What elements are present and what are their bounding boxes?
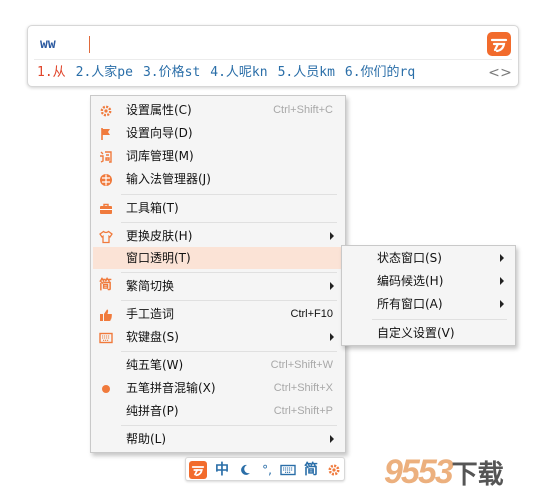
candidate-item[interactable]: 3.价格st [143, 62, 200, 84]
menu-item-label: 更换皮肤(H) [126, 229, 193, 243]
menu-item-shortcut: Ctrl+F10 [290, 308, 334, 320]
ime-candidate-window: ww 1.从 2.人家pe 3.价格st 4.人呢kn 5.人员km 6.你们的rq <> [27, 25, 519, 87]
menu-item-label: 窗口透明(T) [126, 251, 191, 265]
simplified-toggle[interactable]: 简 [302, 461, 320, 479]
menu-item-manual-word[interactable]: 手工造词 Ctrl+F10 [93, 303, 343, 325]
submenu-item-label: 编码候选(H) [377, 274, 444, 288]
menu-item-label: 词库管理(M) [126, 149, 194, 163]
menu-item-label: 手工造词 [126, 307, 175, 321]
menu-item-label: 繁简切换 [126, 279, 175, 293]
ime-status-bar: 中 °, 简 [185, 457, 345, 481]
ime-logo-icon[interactable] [189, 461, 207, 479]
menu-separator [121, 194, 337, 195]
menu-item-shortcut: Ctrl+Shift+P [273, 405, 333, 417]
submenu-arrow-icon [330, 435, 334, 443]
menu-item-skin[interactable]: 更换皮肤(H) [93, 225, 343, 247]
hand-icon [99, 307, 113, 321]
menu-item-settings[interactable]: 设置属性(C) Ctrl+Shift+C [93, 99, 343, 121]
menu-item-label: 设置向导(D) [126, 126, 193, 140]
settings-gear-icon[interactable] [325, 461, 343, 479]
menu-separator [121, 425, 337, 426]
menu-item-wizard[interactable]: 设置向导(D) [93, 122, 343, 144]
punctuation-toggle[interactable]: °, [258, 461, 276, 479]
globe-icon [99, 172, 113, 186]
menu-item-shortcut: Ctrl+Shift+C [273, 104, 333, 116]
menu-separator [121, 300, 337, 301]
menu-item-trad-simp[interactable]: 简 繁简切换 [93, 275, 343, 297]
candidate-item[interactable]: 4.人呢kn [210, 62, 267, 84]
menu-item-window-transparency[interactable]: 窗口透明(T) [93, 247, 343, 269]
submenu-item-label: 自定义设置(V) [377, 326, 455, 340]
menu-separator [121, 272, 337, 273]
menu-separator [372, 319, 507, 320]
next-page-button[interactable]: > [500, 62, 512, 84]
menu-separator [121, 222, 337, 223]
radio-dot-icon [99, 381, 113, 395]
submenu-item-status-window[interactable]: 状态窗口(S) [344, 247, 513, 269]
watermark-number: 9553 [384, 453, 454, 491]
menu-item-label: 帮助(L) [126, 432, 167, 446]
text-caret [89, 36, 90, 53]
menu-item-help[interactable]: 帮助(L) [93, 428, 343, 450]
menu-item-toolbox[interactable]: 工具箱(T) [93, 197, 343, 219]
submenu-arrow-icon [500, 254, 504, 262]
watermark-suffix: 下载 [451, 459, 504, 489]
flag-icon [99, 126, 113, 140]
ime-logo-icon[interactable] [487, 32, 511, 56]
menu-item-label: 软键盘(S) [126, 330, 179, 344]
menu-separator [121, 351, 337, 352]
prev-page-button[interactable]: < [488, 62, 500, 84]
menu-item-pure-pinyin[interactable]: 纯拼音(P) Ctrl+Shift+P [93, 400, 343, 422]
submenu-item-code-candidates[interactable]: 编码候选(H) [344, 270, 513, 292]
shirt-icon [99, 229, 113, 244]
chinese-mode-toggle[interactable]: 中 [213, 461, 231, 479]
menu-item-ime-manager[interactable]: 输入法管理器(J) [93, 168, 343, 190]
submenu-item-label: 状态窗口(S) [377, 251, 442, 265]
transparency-submenu: 状态窗口(S) 编码候选(H) 所有窗口(A) 自定义设置(V) [341, 245, 516, 346]
context-menu: 设置属性(C) Ctrl+Shift+C 设置向导(D) 词库管理(M) 输入法… [90, 95, 346, 453]
watermark-logo: 9553下载 [384, 455, 524, 489]
submenu-arrow-icon [330, 333, 334, 341]
simplified-char-icon: 简 [99, 278, 113, 293]
dictionary-icon [99, 149, 113, 163]
menu-item-mixed-input[interactable]: 五笔拼音混输(X) Ctrl+Shift+X [93, 377, 343, 399]
submenu-arrow-icon [330, 282, 334, 290]
menu-item-shortcut: Ctrl+Shift+X [273, 382, 333, 394]
submenu-arrow-icon [330, 232, 334, 240]
submenu-item-label: 所有窗口(A) [377, 297, 443, 311]
menu-item-pure-wubi[interactable]: 纯五笔(W) Ctrl+Shift+W [93, 354, 343, 376]
soft-keyboard-icon[interactable] [279, 461, 297, 479]
menu-item-label: 纯拼音(P) [126, 404, 179, 418]
menu-item-label: 输入法管理器(J) [126, 172, 211, 186]
candidate-list: 1.从 2.人家pe 3.价格st 4.人呢kn 5.人员km 6.你们的rq [37, 62, 425, 84]
candidate-item[interactable]: 2.人家pe [76, 62, 133, 84]
menu-item-dictionary[interactable]: 词库管理(M) [93, 145, 343, 167]
menu-item-label: 工具箱(T) [126, 201, 179, 215]
submenu-arrow-icon [500, 277, 504, 285]
gear-icon [99, 103, 113, 117]
toolbox-icon [99, 201, 113, 215]
candidate-divider [34, 59, 512, 60]
half-width-moon-icon[interactable] [236, 461, 254, 479]
submenu-arrow-icon [500, 300, 504, 308]
candidate-item[interactable]: 1.从 [37, 62, 66, 84]
candidate-item[interactable]: 6.你们的rq [345, 62, 415, 84]
submenu-item-custom-settings[interactable]: 自定义设置(V) [344, 322, 513, 344]
menu-item-soft-keyboard[interactable]: 软键盘(S) [93, 326, 343, 348]
menu-item-shortcut: Ctrl+Shift+W [270, 359, 333, 371]
candidate-pager: <> [488, 62, 512, 84]
menu-item-label: 五笔拼音混输(X) [126, 381, 216, 395]
submenu-item-all-windows[interactable]: 所有窗口(A) [344, 293, 513, 315]
menu-item-label: 纯五笔(W) [126, 358, 184, 372]
composition-text: ww [40, 37, 56, 52]
candidate-item[interactable]: 5.人员km [278, 62, 335, 84]
menu-item-label: 设置属性(C) [126, 103, 192, 117]
soft-keyboard-icon [99, 330, 113, 344]
